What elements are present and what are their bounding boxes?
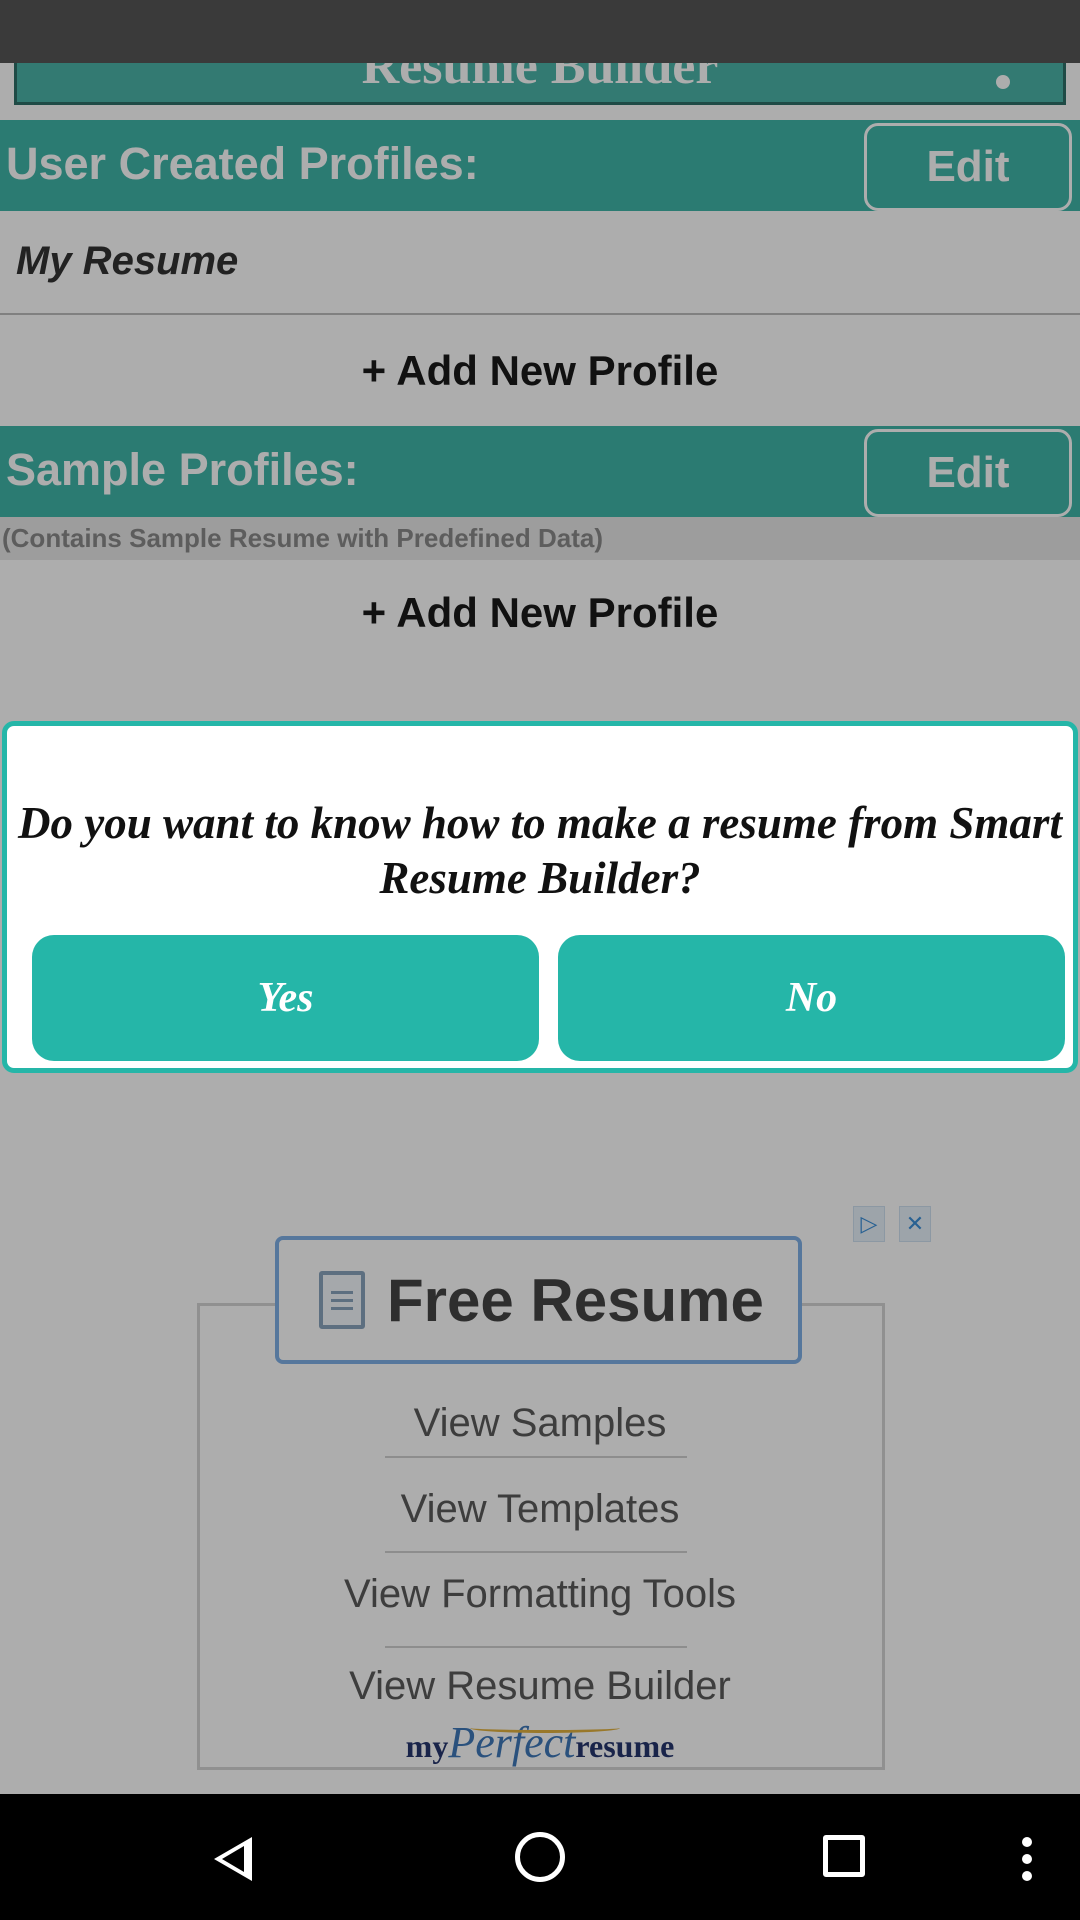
dialog-message: Do you want to know how to make a resume… — [18, 798, 1062, 903]
back-icon[interactable] — [214, 1837, 252, 1881]
yes-button[interactable]: Yes — [32, 935, 539, 1061]
recent-apps-icon[interactable] — [823, 1835, 865, 1877]
no-button[interactable]: No — [558, 935, 1065, 1061]
status-bar — [0, 0, 1080, 63]
home-icon[interactable] — [515, 1832, 565, 1882]
navigation-bar — [0, 1794, 1080, 1920]
help-dialog: Do you want to know how to make a resume… — [2, 721, 1078, 1073]
